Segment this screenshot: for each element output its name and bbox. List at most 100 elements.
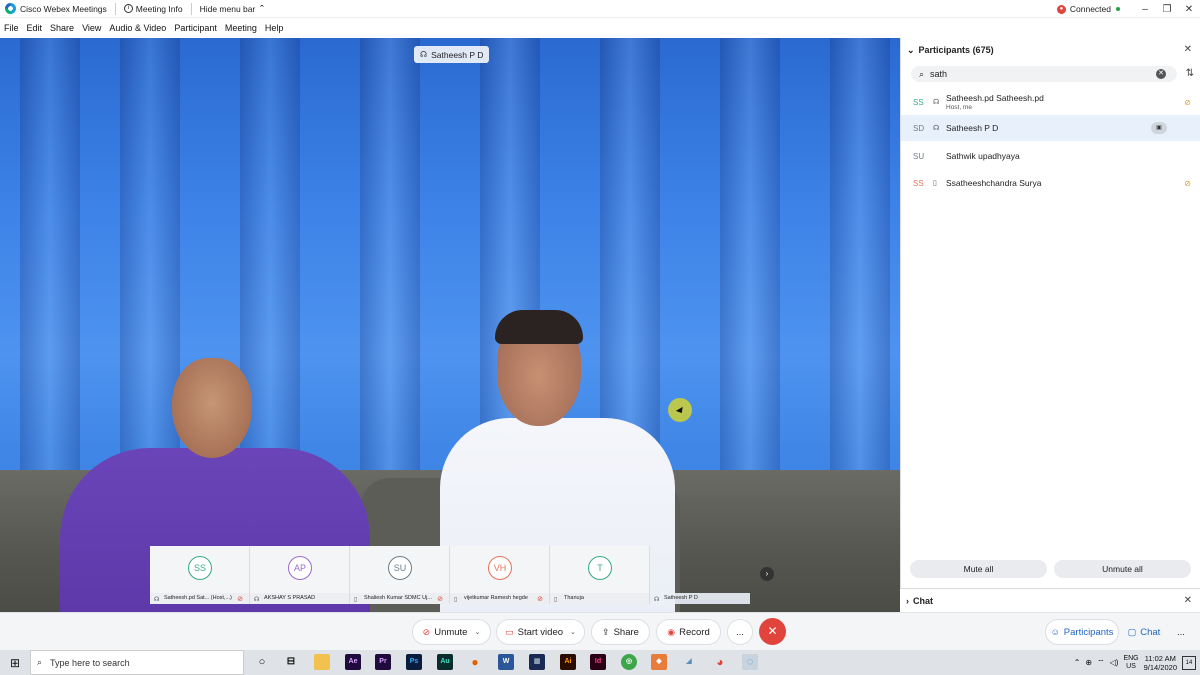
more-panels-button[interactable]: ...: [1170, 619, 1192, 645]
webex-taskbar-icon[interactable]: ◌: [742, 654, 758, 670]
word-icon[interactable]: W: [498, 654, 514, 670]
language-indicator[interactable]: ENG US: [1123, 655, 1138, 671]
file-explorer-icon[interactable]: [314, 654, 330, 670]
menu-meeting[interactable]: Meeting: [225, 23, 257, 33]
curtain-fold: [120, 38, 180, 478]
network-icon[interactable]: ⊕: [1085, 658, 1092, 667]
firefox-icon[interactable]: ●: [467, 654, 483, 670]
audition-icon[interactable]: Au: [437, 654, 453, 670]
headset-icon: ☊: [933, 125, 940, 132]
thumbnail-name: Thanuja: [550, 593, 649, 604]
hide-menu-bar-button[interactable]: Hide menu bar ⌃: [200, 3, 266, 14]
title-bar: Cisco Webex Meetings i Meeting Info Hide…: [0, 0, 1200, 18]
participants-toggle-button[interactable]: ☺ Participants: [1045, 619, 1119, 645]
clear-search-button[interactable]: ✕: [1156, 69, 1167, 79]
camera-app-icon[interactable]: ◎: [621, 654, 637, 670]
participant-name: Satheesh P D: [946, 123, 999, 133]
taskbar-search[interactable]: ⌕ Type here to search: [30, 650, 244, 675]
lang-top: ENG: [1123, 654, 1139, 662]
chat-toggle-button[interactable]: ▢ Chat: [1122, 619, 1166, 645]
menu-view[interactable]: View: [82, 23, 101, 33]
sort-icon[interactable]: ⇅: [1186, 68, 1194, 79]
premiere-icon[interactable]: Pr: [375, 654, 391, 670]
start-video-button[interactable]: ▭ Start video ⌄: [496, 619, 585, 645]
menu-share[interactable]: Share: [50, 23, 74, 33]
close-chat-button[interactable]: ✕: [1184, 595, 1192, 606]
participant-row[interactable]: SS ▯ Ssatheeshchandra Surya ⊘: [901, 170, 1200, 196]
share-button[interactable]: ⇪ Share: [591, 619, 650, 645]
muted-mic-icon: ⊘: [537, 596, 543, 603]
after-effects-icon[interactable]: Ae: [345, 654, 361, 670]
info-icon: i: [123, 4, 133, 13]
chevron-down-icon[interactable]: ⌄: [474, 628, 480, 636]
hide-menu-label: Hide menu bar: [199, 3, 256, 14]
meeting-controls: ⊘ Unmute ⌄ ▭ Start video ⌄ ⇪ Share ◉ Rec…: [0, 612, 1200, 650]
webex-logo-icon: [5, 3, 16, 14]
participant-row[interactable]: SU Sathwik upadhyaya: [901, 143, 1200, 169]
unmute-all-button[interactable]: Unmute all: [1054, 560, 1191, 578]
headset-icon: ☊: [154, 597, 160, 603]
thumbnail-name: vijetkumar Ramesh hegde: [450, 593, 549, 604]
timeline-icon[interactable]: ⊟: [283, 654, 299, 670]
menu-edit[interactable]: Edit: [27, 23, 43, 33]
headset-icon: ☊: [254, 597, 260, 603]
app-icon[interactable]: ◆: [651, 654, 667, 670]
task-view-icon[interactable]: ○: [254, 654, 270, 670]
volume-icon[interactable]: ◁): [1110, 658, 1119, 667]
participants-header[interactable]: ⌄ Participants (675): [901, 38, 1200, 62]
avatar: SU: [913, 151, 925, 161]
menu-file[interactable]: File: [4, 23, 19, 33]
leave-meeting-button[interactable]: ✕: [759, 618, 786, 645]
menu-help[interactable]: Help: [265, 23, 284, 33]
main-video[interactable]: [0, 38, 900, 612]
mute-all-button[interactable]: Mute all: [910, 560, 1047, 578]
minimize-button[interactable]: –: [1134, 4, 1156, 15]
menu-bar: File Edit Share View Audio & Video Parti…: [0, 19, 1200, 37]
thumbnail-tile[interactable]: AP AKSHAY S PRASAD ☊: [250, 546, 350, 604]
search-input[interactable]: [930, 69, 1151, 79]
phone-icon: ▯: [554, 597, 558, 603]
thumbnail-tile[interactable]: VH vijetkumar Ramesh hegde ▯ ⊘: [450, 546, 550, 604]
curtain-fold: [360, 38, 420, 478]
indesign-icon[interactable]: Id: [590, 654, 606, 670]
thumbnail-tile[interactable]: SU Shaliesh Kumar SDMC Uj... ▯ ⊘: [350, 546, 450, 604]
notification-center-icon[interactable]: 14: [1182, 655, 1196, 670]
participants-icon: ☺: [1050, 627, 1060, 637]
app-icon[interactable]: ◢: [681, 654, 697, 670]
phone-icon: ▯: [933, 180, 937, 187]
record-label: Record: [679, 626, 710, 638]
wifi-icon[interactable]: ⌔: [1097, 658, 1105, 668]
app-title: Cisco Webex Meetings: [20, 3, 107, 14]
thumbnail-strip: SS Satheesh.pd Sat... (Host,...) ☊ ⊘ AP …: [150, 546, 750, 604]
chrome-icon[interactable]: ◕: [712, 654, 728, 670]
photoshop-icon[interactable]: Ps: [406, 654, 422, 670]
windows-start-icon[interactable]: ⊞: [0, 656, 30, 670]
unmute-button[interactable]: ⊘ Unmute ⌄: [412, 619, 491, 645]
more-options-button[interactable]: ...: [727, 619, 753, 645]
clock[interactable]: 11:02 AM 9/14/2020: [1144, 654, 1177, 672]
menu-audio-video[interactable]: Audio & Video: [109, 23, 166, 33]
meeting-info-button[interactable]: i Meeting Info: [123, 4, 183, 14]
chat-title: Chat: [913, 595, 933, 606]
thumbnail-tile[interactable]: T Thanuja ▯: [550, 546, 650, 604]
record-icon: ◉: [667, 626, 676, 637]
close-window-button[interactable]: ✕: [1178, 4, 1200, 15]
restore-button[interactable]: ❐: [1156, 4, 1178, 15]
thumbnail-tile-video[interactable]: Satheesh P D ☊: [650, 546, 750, 604]
connection-status-icon: ●: [1056, 4, 1066, 14]
video-off-icon: ▭: [505, 626, 514, 637]
record-button[interactable]: ◉ Record: [656, 619, 721, 645]
chevron-down-icon: ⌄: [907, 44, 915, 55]
thumbnail-tile[interactable]: SS Satheesh.pd Sat... (Host,...) ☊ ⊘: [150, 546, 250, 604]
menu-participant[interactable]: Participant: [174, 23, 217, 33]
app-icon[interactable]: ▦: [529, 654, 545, 670]
chevron-down-icon[interactable]: ⌄: [570, 628, 576, 636]
close-panel-button[interactable]: ✕: [1184, 44, 1192, 55]
thumbnails-next-button[interactable]: ›: [760, 567, 774, 581]
participant-row[interactable]: SS ☊ Satheesh.pd Satheesh.pd Host, me ⊘: [901, 88, 1200, 116]
share-icon: ⇪: [602, 626, 610, 637]
chat-panel-header[interactable]: › Chat ✕: [900, 588, 1200, 612]
illustrator-icon[interactable]: Ai: [560, 654, 576, 670]
participant-row-selected[interactable]: SD ☊ Satheesh P D ▣: [901, 115, 1200, 141]
chevron-up-icon[interactable]: ⌃: [1074, 658, 1081, 667]
